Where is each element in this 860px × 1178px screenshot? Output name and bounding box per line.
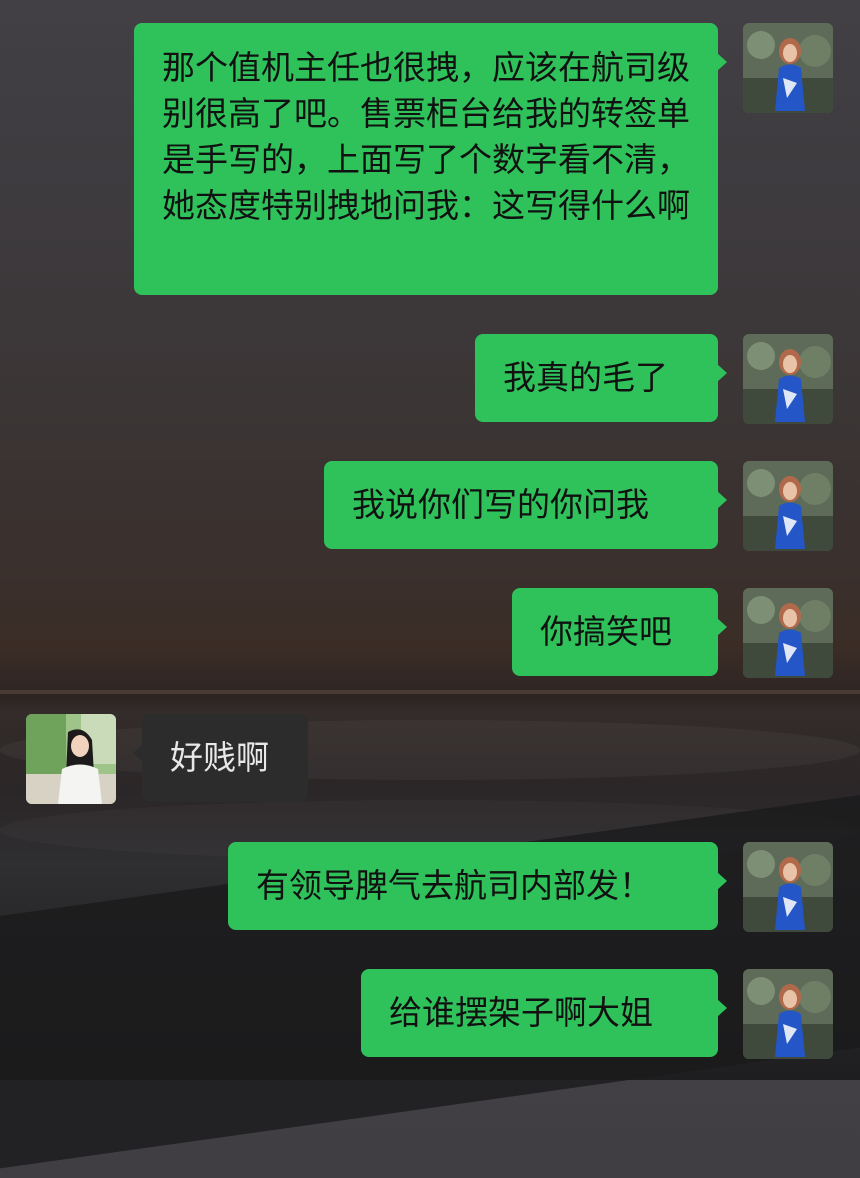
sea-wave [0, 720, 860, 780]
message-bubble-sent[interactable]: 那个值机主任也很拽，应该在航司级别很高了吧。售票柜台给我的转签单是手写的，上面写… [134, 23, 727, 295]
my-avatar[interactable] [743, 588, 833, 678]
message-bubble-received[interactable]: 好贱啊 [133, 714, 308, 802]
my-avatar[interactable] [743, 969, 833, 1059]
my-avatar[interactable] [743, 334, 833, 424]
message-bubble-sent[interactable]: 我真的毛了 [475, 334, 727, 422]
message-bubble-sent[interactable]: 我说你们写的你问我 [324, 461, 727, 549]
message-text: 我真的毛了 [503, 358, 668, 397]
my-avatar[interactable] [743, 23, 833, 113]
message-text: 你搞笑吧 [540, 612, 672, 651]
contact-avatar[interactable] [26, 714, 116, 804]
message-text: 好贱啊 [170, 738, 269, 777]
message-text: 我说你们写的你问我 [352, 485, 649, 524]
horizon-line [0, 690, 860, 694]
message-bubble-sent[interactable]: 有领导脾气去航司内部发！ [228, 842, 727, 930]
message-text: 给谁摆架子啊大姐 [389, 993, 653, 1032]
message-text: 那个值机主任也很拽，应该在航司级别很高了吧。售票柜台给我的转签单是手写的，上面写… [162, 48, 690, 225]
my-avatar[interactable] [743, 461, 833, 551]
message-bubble-sent[interactable]: 你搞笑吧 [512, 588, 727, 676]
message-bubble-sent[interactable]: 给谁摆架子啊大姐 [361, 969, 727, 1057]
my-avatar[interactable] [743, 842, 833, 932]
message-text: 有领导脾气去航司内部发！ [256, 866, 652, 905]
